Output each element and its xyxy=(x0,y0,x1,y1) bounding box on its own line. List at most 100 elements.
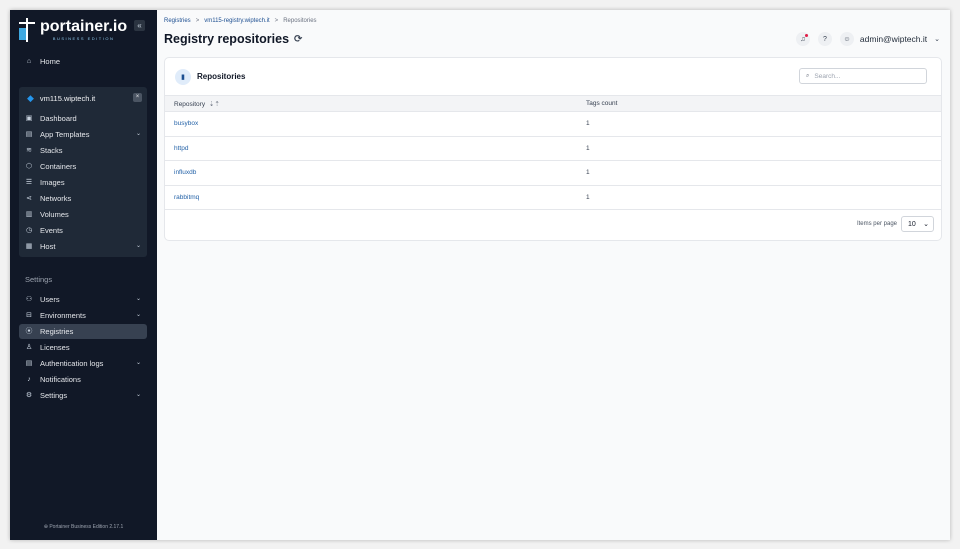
breadcrumb: Registries > vm115-registry.wiptech.it >… xyxy=(164,18,317,24)
breadcrumb-registry[interactable]: vm115-registry.wiptech.it xyxy=(204,18,269,24)
header-actions: ♫ ? ☺ admin@wiptech.it ⌄ xyxy=(788,32,940,46)
help-button[interactable]: ? xyxy=(817,32,832,46)
sidebar-item-images[interactable]: ☰ Images xyxy=(19,175,147,190)
breadcrumb-registries[interactable]: Registries xyxy=(164,18,191,24)
items-per-page-label: Items per page xyxy=(856,221,897,227)
collapse-sidebar-icon[interactable]: « xyxy=(134,20,145,31)
brand-edition: BUSINESS EDITION xyxy=(52,36,115,41)
sidebar: portainer.io BUSINESS EDITION « ⌂ Home ◆… xyxy=(10,10,157,540)
items-per-page-select[interactable]: 10 ⌄ xyxy=(901,216,934,232)
notifications-button[interactable]: ♫ xyxy=(795,32,810,46)
networks-icon: ⋖ xyxy=(26,194,32,202)
tags-count: 1 xyxy=(586,193,590,201)
repository-link[interactable]: rabbitmq xyxy=(165,194,586,201)
sidebar-item-home[interactable]: ⌂ Home xyxy=(19,54,147,69)
sidebar-item-events[interactable]: ◷ Events xyxy=(19,223,147,238)
sidebar-item-label: Networks xyxy=(40,194,72,203)
sidebar-item-label: Users xyxy=(40,295,60,304)
sidebar-item-label: Notifications xyxy=(40,375,81,384)
sidebar-item-networks[interactable]: ⋖ Networks xyxy=(19,191,147,206)
sidebar-item-label: App Templates xyxy=(40,130,90,139)
chevron-down-icon: ⌄ xyxy=(923,221,929,228)
sidebar-item-licenses[interactable]: ♙ Licenses xyxy=(19,340,147,355)
containers-icon: ⬡ xyxy=(25,162,33,170)
licenses-icon: ♙ xyxy=(25,343,33,351)
settings-section-heading: Settings xyxy=(25,275,53,284)
user-name[interactable]: admin@wiptech.it xyxy=(860,34,927,44)
table-row: busybox 1 xyxy=(165,112,941,137)
tags-count: 1 xyxy=(586,120,590,128)
registries-icon: ⦿ xyxy=(25,327,33,335)
table-row: rabbitmq 1 xyxy=(165,186,941,210)
breadcrumb-current: Repositories xyxy=(283,18,317,24)
portainer-logo[interactable]: portainer.io BUSINESS EDITION xyxy=(18,18,127,42)
sidebar-item-stacks[interactable]: ≋ Stacks xyxy=(19,143,147,158)
card-title: Repositories xyxy=(197,72,246,81)
version-text: Portainer Business Edition 2.17.1 xyxy=(49,524,124,530)
chevron-down-icon: ⌄ xyxy=(135,392,141,398)
sidebar-item-label: Volumes xyxy=(40,210,69,219)
repository-link[interactable]: httpd xyxy=(165,145,586,152)
main-content: Registries > vm115-registry.wiptech.it >… xyxy=(157,10,950,540)
page-title: Registry repositories ⟳ xyxy=(164,32,302,46)
dashboard-icon: ▣ xyxy=(25,114,33,122)
table-header: Repository ⇣⇡ Tags count xyxy=(165,95,941,112)
tags-count: 1 xyxy=(586,144,590,152)
sidebar-item-label: Registries xyxy=(40,327,74,336)
sidebar-item-app-templates[interactable]: ▤ App Templates ⌄ xyxy=(19,127,147,142)
page-title-text: Registry repositories xyxy=(164,32,290,46)
card-header: ▮ Repositories ⌕ xyxy=(165,58,941,95)
pagination: Items per page 10 ⌄ xyxy=(857,216,934,232)
repositories-table: Repository ⇣⇡ Tags count busybox 1 httpd… xyxy=(165,95,941,210)
events-icon: ◷ xyxy=(25,226,33,234)
docker-icon: ◆ xyxy=(27,92,34,103)
repositories-card: ▮ Repositories ⌕ Repository ⇣⇡ Tags coun… xyxy=(164,57,942,241)
sidebar-item-environments[interactable]: ⊟ Environments ⌄ xyxy=(19,308,147,323)
refresh-icon[interactable]: ⟳ xyxy=(294,34,302,45)
sort-icon[interactable]: ⇣⇡ xyxy=(207,101,220,108)
close-environment-icon[interactable]: × xyxy=(133,93,142,102)
auth-logs-icon: ▤ xyxy=(25,359,33,367)
sidebar-item-notifications[interactable]: ♪ Notifications xyxy=(19,372,147,387)
bell-icon: ♪ xyxy=(27,375,31,383)
sidebar-item-volumes[interactable]: ▥ Volumes xyxy=(19,207,147,222)
sidebar-item-containers[interactable]: ⬡ Containers xyxy=(19,159,147,174)
home-icon: ⌂ xyxy=(26,57,32,65)
stacks-icon: ≋ xyxy=(26,146,32,154)
repository-link[interactable]: influxdb xyxy=(165,169,586,176)
sidebar-item-settings[interactable]: ⚙ Settings ⌄ xyxy=(19,388,147,403)
table-row: influxdb 1 xyxy=(165,161,941,186)
sidebar-item-label: Settings xyxy=(40,391,68,400)
book-icon: ▮ xyxy=(175,68,191,85)
sidebar-item-label: Containers xyxy=(40,162,77,171)
chevron-down-icon: ⌄ xyxy=(135,360,141,366)
search-icon: ⌕ xyxy=(806,72,810,79)
brand-name: portainer.io xyxy=(40,18,128,35)
tags-count: 1 xyxy=(586,169,590,177)
chevron-down-icon: ⌄ xyxy=(135,312,141,318)
environment-header[interactable]: ◆ vm115.wiptech.it xyxy=(19,87,147,109)
search-box[interactable]: ⌕ xyxy=(799,68,927,84)
environments-icon: ⊟ xyxy=(26,311,32,319)
sidebar-item-authentication-logs[interactable]: ▤ Authentication logs ⌄ xyxy=(19,356,147,371)
images-icon: ☰ xyxy=(25,178,33,186)
sidebar-item-label: Licenses xyxy=(40,343,70,352)
sidebar-item-host[interactable]: ▦ Host ⌄ xyxy=(19,239,147,254)
gear-icon: ⚙ xyxy=(25,391,33,399)
column-repository[interactable]: Repository ⇣⇡ xyxy=(165,100,586,108)
chevron-down-icon: ⌄ xyxy=(135,131,141,137)
sidebar-item-dashboard[interactable]: ▣ Dashboard xyxy=(19,111,147,126)
search-input[interactable] xyxy=(814,72,915,80)
breadcrumb-separator: > xyxy=(274,18,279,24)
table-row: httpd 1 xyxy=(165,137,941,161)
sidebar-item-registries[interactable]: ⦿ Registries xyxy=(19,324,147,339)
sidebar-item-label: Host xyxy=(40,242,56,251)
repository-link[interactable]: busybox xyxy=(165,120,586,127)
sidebar-item-users[interactable]: ⚇ Users ⌄ xyxy=(19,292,147,307)
column-tags-count[interactable]: Tags count xyxy=(586,100,941,107)
chevron-down-icon[interactable]: ⌄ xyxy=(934,35,940,43)
user-avatar[interactable]: ☺ xyxy=(839,32,854,46)
users-icon: ⚇ xyxy=(25,295,33,303)
sidebar-item-label: Dashboard xyxy=(40,114,77,123)
sidebar-item-label: Environments xyxy=(40,311,86,320)
